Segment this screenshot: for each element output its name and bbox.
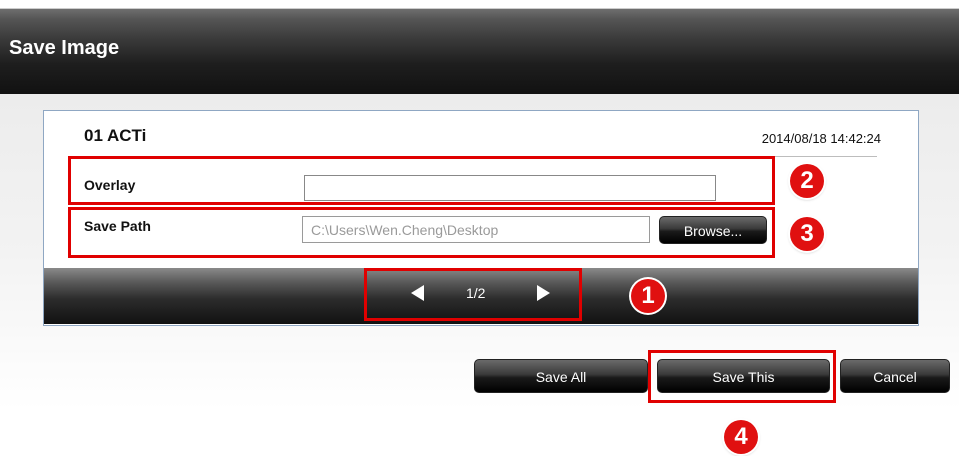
highlight-box-save-this bbox=[648, 350, 836, 403]
cancel-button[interactable]: Cancel bbox=[840, 359, 950, 393]
save-all-button[interactable]: Save All bbox=[474, 359, 648, 393]
highlight-box-overlay bbox=[68, 156, 775, 205]
annotation-badge-4: 4 bbox=[724, 420, 758, 454]
camera-name: 01 ACTi bbox=[84, 126, 147, 145]
annotation-badge-1: 1 bbox=[631, 279, 665, 313]
annotation-badge-3: 3 bbox=[790, 217, 824, 251]
annotation-badge-2: 2 bbox=[790, 164, 824, 198]
highlight-box-save-path bbox=[68, 207, 775, 258]
dialog-title: Save Image bbox=[9, 37, 120, 59]
save-image-dialog: Save Image 01 ACTi 2014/08/18 14:42:24 O… bbox=[0, 0, 959, 456]
snapshot-timestamp: 2014/08/18 14:42:24 bbox=[761, 131, 881, 146]
dialog-titlebar: Save Image bbox=[0, 8, 959, 95]
highlight-box-navigation bbox=[364, 268, 582, 321]
